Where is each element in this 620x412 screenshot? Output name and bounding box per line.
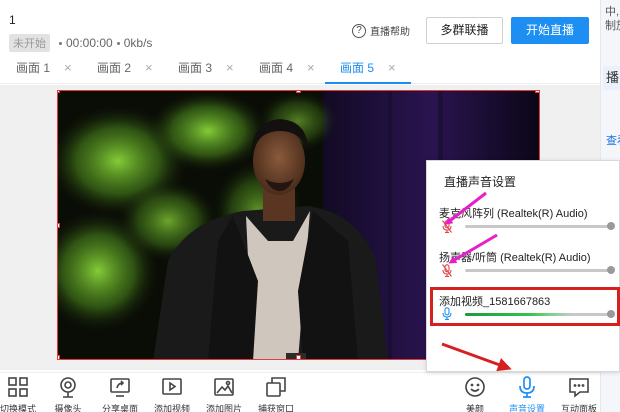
video-icon [162, 378, 182, 395]
separator-dot [116, 41, 120, 45]
add-video-button[interactable]: 添加视频 [148, 375, 196, 412]
capture-window-button[interactable]: 捕获窗口 [252, 375, 300, 412]
sound-settings-panel: 直播声音设置 麦克风阵列 (Realtek(R) Audio) 扬声器/听筒 (… [426, 160, 620, 372]
source-label-mic: 麦克风阵列 (Realtek(R) Audio) [439, 208, 588, 220]
separator-dot [59, 41, 62, 45]
smile-icon [465, 377, 485, 397]
source-label-speaker: 扬声器/听筒 (Realtek(R) Audio) [439, 252, 591, 264]
volume-slider-mic[interactable] [465, 222, 615, 230]
resize-handle[interactable] [296, 355, 301, 359]
close-icon[interactable]: × [307, 60, 315, 75]
window-icon [266, 377, 286, 397]
duration-text: 00:00:00 [66, 36, 113, 50]
status-row: 未开始 00:00:00 0kb/s [9, 34, 152, 52]
resize-handle[interactable] [58, 355, 60, 359]
grid-icon [8, 377, 28, 397]
sound-settings-button[interactable]: 声音设置 [503, 375, 551, 412]
add-image-button[interactable]: 添加图片 [200, 375, 248, 412]
start-live-button[interactable]: 开始直播 [511, 17, 589, 44]
mic-muted-icon[interactable] [442, 220, 452, 233]
help-link[interactable]: ? 直播帮助 [352, 23, 410, 38]
share-desktop-button[interactable]: 分享桌面 [96, 375, 144, 412]
question-icon: ? [352, 23, 366, 38]
resize-handle[interactable] [535, 91, 539, 93]
multi-group-button[interactable]: 多群联播 [426, 17, 503, 44]
switch-mode-button[interactable]: 切换模式 [0, 375, 42, 412]
close-icon[interactable]: × [226, 60, 234, 75]
share-screen-icon [110, 378, 130, 397]
camera-icon [60, 377, 76, 398]
chat-icon [569, 378, 589, 398]
room-title: 1 [9, 13, 16, 27]
tab-scene-1[interactable]: 画面 1 × [16, 57, 72, 84]
tab-scene-4[interactable]: 画面 4 × [259, 57, 315, 84]
tab-scene-3[interactable]: 画面 3 × [178, 57, 234, 84]
resize-handle[interactable] [58, 223, 60, 228]
resize-handle[interactable] [58, 91, 60, 93]
bitrate-text: 0kb/s [123, 36, 153, 50]
side-link[interactable]: 查看 [606, 132, 620, 148]
tab-scene-2[interactable]: 画面 2 × [97, 57, 153, 84]
status-badge: 未开始 [9, 34, 50, 52]
help-label: 直播帮助 [370, 27, 410, 38]
interaction-panel-button[interactable]: 互动面板 [555, 375, 603, 412]
bottom-toolbar: 切换模式 摄像头 分享桌面 添加视频 添加图片 捕获窗口 美颜 声音设置 互动面… [0, 372, 600, 412]
resize-handle[interactable] [296, 91, 301, 93]
close-icon[interactable]: × [145, 60, 153, 75]
side-tab[interactable]: 播 2 [603, 66, 620, 90]
mic-muted-icon[interactable] [442, 264, 452, 277]
mic-icon [519, 376, 535, 398]
close-icon[interactable]: × [64, 60, 72, 75]
tab-scene-5[interactable]: 画面 5 × [325, 57, 411, 84]
image-icon [214, 378, 234, 396]
panel-title: 直播声音设置 [444, 175, 517, 189]
scene-tabs: 画面 1 × 画面 2 × 画面 3 × 画面 4 × 画面 5 × [0, 57, 600, 84]
slider-knob[interactable] [607, 266, 615, 274]
highlight-box [430, 287, 620, 326]
slider-knob[interactable] [607, 222, 615, 230]
volume-slider-speaker[interactable] [465, 266, 615, 274]
close-icon[interactable]: × [388, 60, 396, 75]
camera-button[interactable]: 摄像头 [44, 375, 92, 412]
beauty-button[interactable]: 美颜 [451, 375, 499, 412]
